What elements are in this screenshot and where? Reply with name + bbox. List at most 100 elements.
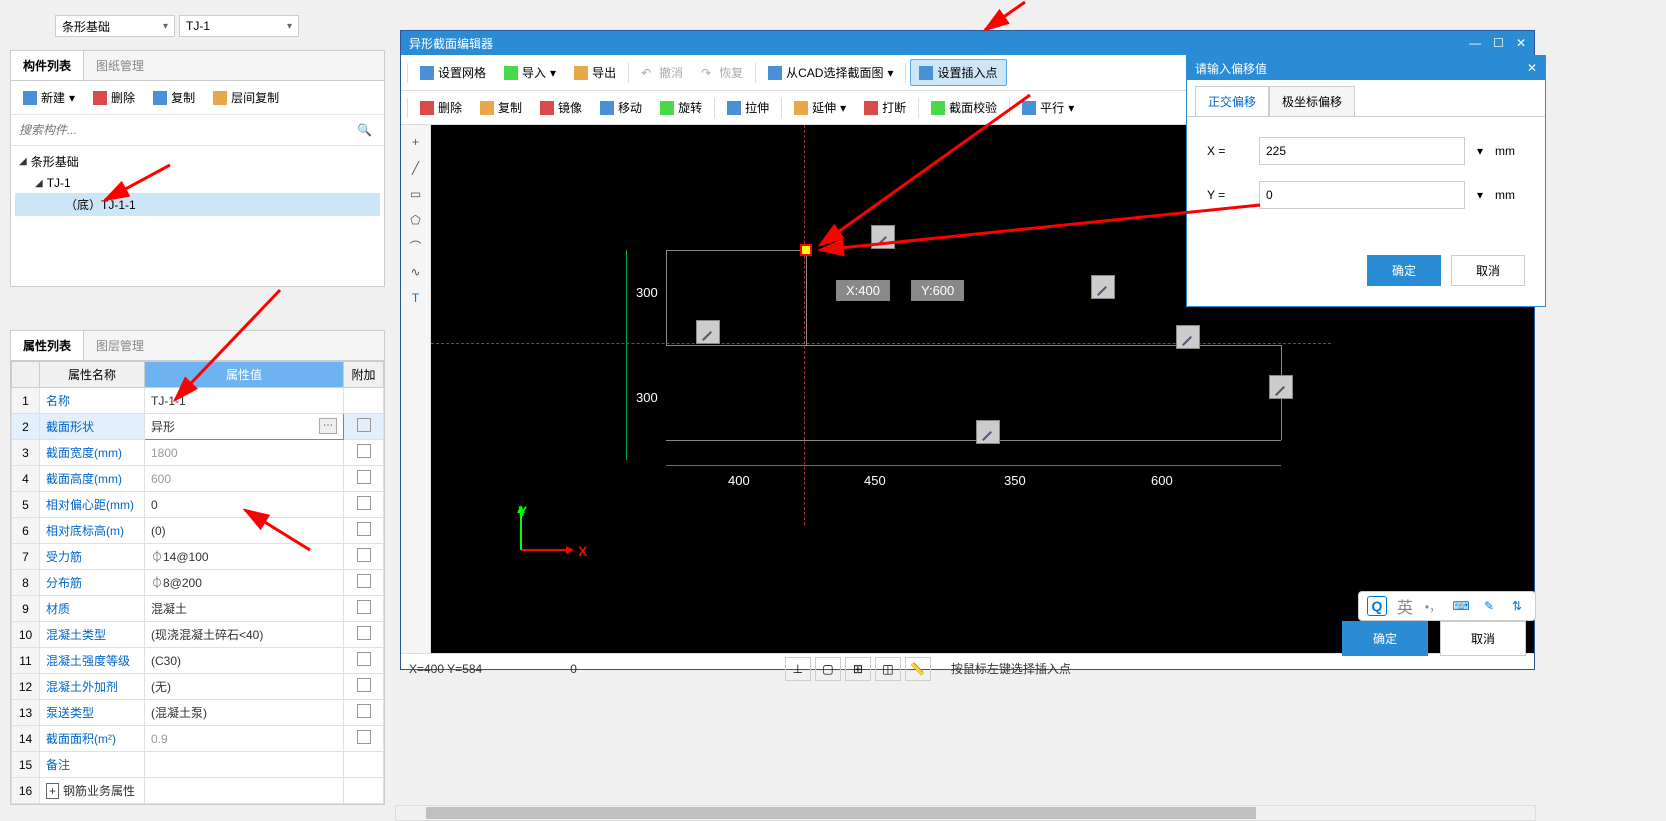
property-row[interactable]: 4截面高度(mm)600 — [12, 466, 384, 492]
tab-ortho-offset[interactable]: 正交偏移 — [1195, 86, 1269, 116]
tab-polar-offset[interactable]: 极坐标偏移 — [1269, 86, 1355, 116]
property-row[interactable]: 8分布筋⏀8@200 — [12, 570, 384, 596]
search-icon[interactable]: 🔍 — [349, 123, 380, 137]
chevron-down-icon[interactable]: ▾ — [1477, 144, 1483, 158]
text-tool-icon[interactable]: T — [407, 289, 425, 307]
grid-snap-icon[interactable]: ⊞ — [845, 657, 871, 681]
property-row[interactable]: 13泵送类型(混凝土泵) — [12, 700, 384, 726]
parallel-tool[interactable]: 平行▾ — [1014, 95, 1082, 120]
tab-layer-manage[interactable]: 图层管理 — [84, 331, 156, 360]
extra-checkbox[interactable] — [357, 444, 371, 458]
layer-copy-button[interactable]: 层间复制 — [205, 85, 287, 110]
handle[interactable] — [1176, 325, 1200, 349]
track-icon[interactable]: ◫ — [875, 657, 901, 681]
minimize-button[interactable]: — — [1469, 36, 1481, 50]
measure-icon[interactable]: 📏 — [905, 657, 931, 681]
dialog-cancel-button[interactable]: 取消 — [1451, 255, 1525, 286]
insert-point[interactable] — [800, 244, 812, 256]
property-row[interactable]: 1名称TJ-1-1 — [12, 388, 384, 414]
y-input[interactable] — [1259, 181, 1465, 209]
extra-checkbox[interactable] — [357, 600, 371, 614]
property-row[interactable]: 12混凝土外加剂(无) — [12, 674, 384, 700]
ime-lang-icon[interactable]: 英 — [1395, 596, 1415, 616]
handle[interactable] — [871, 225, 895, 249]
property-row[interactable]: 2截面形状异形⋯ — [12, 414, 384, 440]
insert-point-button[interactable]: 设置插入点 — [910, 59, 1006, 86]
line-tool-icon[interactable]: ╱ — [407, 159, 425, 177]
category-dropdown[interactable]: 条形基础 ▾ — [55, 15, 175, 37]
property-row[interactable]: 7受力筋⏀14@100 — [12, 544, 384, 570]
snap-icon[interactable]: ⊥ — [785, 657, 811, 681]
property-row[interactable]: 9材质混凝土 — [12, 596, 384, 622]
check-tool[interactable]: 截面校验 — [923, 95, 1005, 120]
property-row[interactable]: 11混凝土强度等级(C30) — [12, 648, 384, 674]
redo-button[interactable]: ↷恢复 — [693, 60, 751, 85]
extra-checkbox[interactable] — [357, 548, 371, 562]
maximize-button[interactable]: ☐ — [1493, 36, 1504, 50]
extra-checkbox[interactable] — [357, 730, 371, 744]
property-row[interactable]: 14截面面积(m²)0.9 — [12, 726, 384, 752]
dialog-close-button[interactable]: ✕ — [1527, 61, 1537, 75]
copy-button[interactable]: 复制 — [145, 85, 203, 110]
tree-leaf[interactable]: （底）TJ-1-1 — [15, 193, 380, 216]
property-row[interactable]: 5相对偏心距(mm)0 — [12, 492, 384, 518]
delete-button[interactable]: 删除 — [85, 85, 143, 110]
stretch-tool[interactable]: 拉伸 — [719, 95, 777, 120]
copy-tool[interactable]: 复制 — [472, 95, 530, 120]
horizontal-scrollbar[interactable] — [395, 805, 1536, 821]
tab-property-list[interactable]: 属性列表 — [11, 331, 84, 360]
tab-drawing-manage[interactable]: 图纸管理 — [84, 51, 156, 80]
handle[interactable] — [976, 420, 1000, 444]
ortho-icon[interactable]: ▢ — [815, 657, 841, 681]
handle[interactable] — [696, 320, 720, 344]
extra-checkbox[interactable] — [357, 522, 371, 536]
move-tool[interactable]: 移动 — [592, 95, 650, 120]
cad-select-button[interactable]: 从CAD选择截面图▾ — [760, 60, 901, 85]
chevron-down-icon[interactable]: ▾ — [1477, 188, 1483, 202]
x-input[interactable] — [1259, 137, 1465, 165]
extra-checkbox[interactable] — [357, 652, 371, 666]
component-dropdown[interactable]: TJ-1 ▾ — [179, 15, 299, 37]
rect-tool-icon[interactable]: ▭ — [407, 185, 425, 203]
property-row[interactable]: 10混凝土类型(现浇混凝土碎石<40) — [12, 622, 384, 648]
polygon-tool-icon[interactable]: ⬠ — [407, 211, 425, 229]
extra-checkbox[interactable] — [357, 704, 371, 718]
rotate-tool[interactable]: 旋转 — [652, 95, 710, 120]
property-row[interactable]: 3截面宽度(mm)1800 — [12, 440, 384, 466]
import-button[interactable]: 导入▾ — [496, 60, 564, 85]
ellipsis-button[interactable]: ⋯ — [319, 418, 337, 434]
ime-settings-icon[interactable]: ⇅ — [1507, 596, 1527, 616]
break-tool[interactable]: 打断 — [856, 95, 914, 120]
tree-root[interactable]: ◢条形基础 — [15, 150, 380, 173]
extra-checkbox[interactable] — [357, 678, 371, 692]
tree-child[interactable]: ◢TJ-1 — [15, 173, 380, 193]
mirror-tool[interactable]: 镜像 — [532, 95, 590, 120]
handle[interactable] — [1269, 375, 1293, 399]
point-tool-icon[interactable]: + — [407, 133, 425, 151]
export-button[interactable]: 导出 — [566, 60, 624, 85]
main-ok-button[interactable]: 确定 — [1342, 621, 1428, 656]
main-cancel-button[interactable]: 取消 — [1440, 621, 1526, 656]
arc-tool-icon[interactable]: ⌒ — [407, 237, 425, 255]
property-row[interactable]: 6相对底标高(m)(0) — [12, 518, 384, 544]
search-input[interactable] — [15, 119, 349, 141]
extra-checkbox[interactable] — [357, 626, 371, 640]
curve-tool-icon[interactable]: ∿ — [407, 263, 425, 281]
dialog-ok-button[interactable]: 确定 — [1367, 255, 1441, 286]
extra-checkbox[interactable] — [357, 496, 371, 510]
close-button[interactable]: ✕ — [1516, 36, 1526, 50]
ime-app-icon[interactable]: Q — [1367, 596, 1387, 616]
undo-button[interactable]: ↶撤消 — [633, 60, 691, 85]
handle[interactable] — [1091, 275, 1115, 299]
ime-punct-icon[interactable]: •， — [1423, 596, 1443, 616]
ime-keyboard-icon[interactable]: ⌨ — [1451, 596, 1471, 616]
extra-checkbox[interactable] — [357, 574, 371, 588]
delete-tool[interactable]: 删除 — [412, 95, 470, 120]
scrollbar-thumb[interactable] — [426, 807, 1256, 819]
extra-checkbox[interactable] — [357, 418, 371, 432]
extra-checkbox[interactable] — [357, 470, 371, 484]
property-row[interactable]: 15备注 — [12, 752, 384, 778]
property-row[interactable]: 16+钢筋业务属性 — [12, 778, 384, 804]
extend-tool[interactable]: 延伸▾ — [786, 95, 854, 120]
grid-button[interactable]: 设置网格 — [412, 60, 494, 85]
